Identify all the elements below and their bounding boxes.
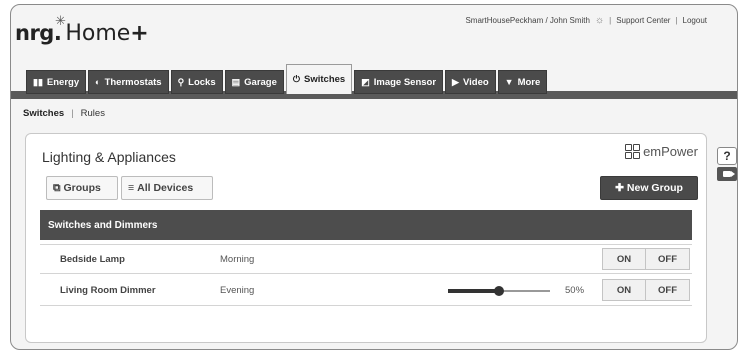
subnav-switches[interactable]: Switches — [23, 108, 64, 119]
tab-label: Image Sensor — [373, 76, 437, 88]
on-off-toggle: ON OFF — [602, 279, 690, 301]
subnav-rules[interactable]: Rules — [81, 108, 105, 119]
on-button[interactable]: ON — [602, 279, 646, 301]
bulb-icon[interactable]: ☼ — [595, 15, 604, 26]
video-camera-button[interactable] — [717, 167, 737, 181]
tab-label: Switches — [304, 74, 346, 85]
tab-more[interactable]: ▼ More — [497, 70, 548, 94]
support-center-link[interactable]: Support Center — [616, 16, 670, 25]
help-button[interactable]: ? — [717, 147, 737, 165]
device-row: Bedside Lamp Morning ON OFF — [40, 244, 692, 274]
all-devices-button[interactable]: ≡ All Devices — [121, 176, 213, 200]
thermostat-icon: ◐ — [95, 77, 101, 87]
lighting-panel: Lighting & Appliances emPower ⧉ Groups ≡… — [25, 133, 707, 343]
groups-icon: ⧉ — [53, 181, 61, 194]
logo-product: Home — [65, 21, 131, 46]
top-links: SmartHousePeckham / John Smith ☼ | Suppo… — [465, 15, 707, 26]
power-icon: ⏻ — [292, 74, 301, 84]
plus-icon: ✚ — [615, 182, 624, 194]
new-group-button[interactable]: ✚ New Group — [600, 176, 698, 200]
logout-link[interactable]: Logout — [683, 16, 707, 25]
tab-label: Locks — [188, 76, 216, 88]
groups-label: Groups — [63, 182, 101, 194]
tab-label: Thermostats — [104, 76, 162, 88]
off-button[interactable]: OFF — [646, 248, 690, 270]
device-row: Living Room Dimmer Evening 50% ON OFF — [40, 276, 692, 306]
tab-video[interactable]: ▶ Video — [445, 70, 496, 94]
groups-button[interactable]: ⧉ Groups — [46, 176, 118, 200]
tab-label: Energy — [46, 76, 80, 88]
app-window: nrg. ✳ Home + SmartHousePeckham / John S… — [10, 4, 738, 350]
garage-icon: ▤ — [231, 76, 241, 87]
tab-switches[interactable]: ⏻ Switches — [285, 64, 353, 94]
list-icon: ≡ — [128, 182, 135, 194]
empower-grid-icon — [625, 144, 641, 159]
chart-icon: ▮▮ — [33, 76, 43, 87]
device-schedule: Morning — [220, 253, 255, 265]
sparkle-icon: ✳ — [55, 13, 66, 28]
tab-locks[interactable]: ⚲ Locks — [170, 70, 223, 94]
on-off-toggle: ON OFF — [602, 248, 690, 270]
dimmer-slider[interactable] — [448, 286, 550, 296]
empower-logo: emPower — [625, 144, 698, 159]
video-camera-icon — [723, 171, 735, 177]
section-header: Switches and Dimmers — [40, 210, 692, 240]
dimmer-level: 50% — [565, 285, 585, 296]
off-button[interactable]: OFF — [646, 279, 690, 301]
new-group-label: New Group — [626, 182, 683, 194]
tab-label: More — [517, 76, 541, 88]
logo-plus: + — [130, 21, 149, 46]
device-name: Bedside Lamp — [60, 253, 125, 265]
tab-thermostats[interactable]: ◐ Thermostats — [88, 70, 169, 94]
tab-image-sensor[interactable]: ◩ Image Sensor — [354, 70, 444, 94]
on-button[interactable]: ON — [602, 248, 646, 270]
main-tabs: ▮▮ Energy ◐ Thermostats ⚲ Locks ▤ Garage ⏻ Switch… — [26, 64, 548, 94]
video-icon: ▶ — [452, 76, 459, 87]
nrg-home-logo[interactable]: nrg. ✳ Home + — [15, 14, 149, 46]
caret-down-icon: ▼ — [504, 77, 514, 87]
dimmer-slider-fill — [448, 289, 499, 293]
tab-label: Garage — [244, 76, 277, 88]
device-schedule: Evening — [220, 285, 255, 296]
tab-garage[interactable]: ▤ Garage — [224, 70, 284, 94]
tab-label: Video — [462, 76, 489, 88]
key-icon: ⚲ — [177, 76, 185, 87]
account-name: SmartHousePeckham / John Smith — [465, 16, 590, 25]
empower-label: emPower — [643, 144, 698, 159]
camera-icon: ◩ — [361, 76, 370, 87]
sub-navigation: Switches | Rules — [23, 108, 105, 119]
all-devices-label: All Devices — [137, 182, 194, 194]
tab-energy[interactable]: ▮▮ Energy — [26, 70, 87, 94]
dimmer-slider-handle[interactable] — [494, 286, 504, 296]
panel-title: Lighting & Appliances — [42, 149, 176, 165]
device-name: Living Room Dimmer — [60, 285, 156, 296]
